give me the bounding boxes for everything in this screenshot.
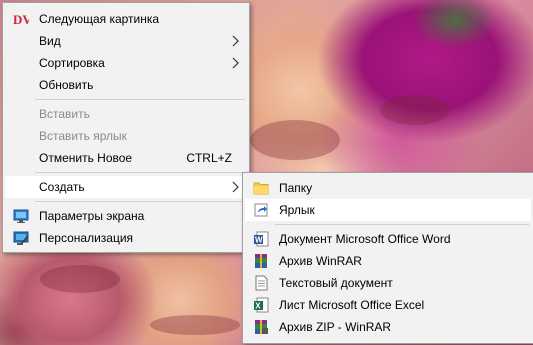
submenu-item-folder[interactable]: Папку: [245, 177, 531, 199]
menu-separator: [35, 201, 245, 202]
menu-item-view[interactable]: Вид: [5, 30, 247, 52]
menu-separator: [275, 224, 529, 225]
menu-item-label: Вставить ярлык: [39, 129, 127, 143]
excel-sheet-icon: X: [253, 297, 269, 313]
submenu-item-zip-archive[interactable]: Архив ZIP - WinRAR: [245, 316, 531, 338]
menu-item-label: Параметры экрана: [39, 209, 145, 223]
shortcut-icon: [253, 202, 269, 218]
svg-text:X: X: [255, 302, 261, 311]
menu-item-display-settings[interactable]: Параметры экрана: [5, 205, 247, 227]
menu-separator: [35, 99, 245, 100]
svg-text:DV: DV: [13, 12, 29, 27]
menu-separator: [35, 172, 245, 173]
menu-item-sort[interactable]: Сортировка: [5, 52, 247, 74]
monitor-icon: [13, 208, 29, 224]
submenu-item-winrar-archive[interactable]: Архив WinRAR: [245, 250, 531, 272]
keyboard-shortcut: CTRL+Z: [186, 151, 232, 165]
menu-item-label: Вставить: [39, 107, 90, 121]
desktop-context-menu: DV Следующая картинка Вид Сортировка Обн…: [2, 2, 250, 253]
chevron-right-icon: [232, 181, 239, 193]
submenu-item-excel-sheet[interactable]: X Лист Microsoft Office Excel: [245, 294, 531, 316]
menu-item-paste[interactable]: Вставить: [5, 103, 247, 125]
menu-item-next-wallpaper[interactable]: DV Следующая картинка: [5, 8, 247, 30]
menu-item-personalization[interactable]: Персонализация: [5, 227, 247, 249]
menu-item-refresh[interactable]: Обновить: [5, 74, 247, 96]
menu-item-label: Обновить: [39, 78, 94, 92]
menu-item-label: Архив WinRAR: [279, 254, 362, 268]
menu-item-label: Персонализация: [39, 231, 134, 245]
menu-item-paste-shortcut[interactable]: Вставить ярлык: [5, 125, 247, 147]
rose-petal-shadow: [380, 95, 450, 125]
menu-item-label: Вид: [39, 34, 61, 48]
menu-item-label: Следующая картинка: [39, 12, 160, 26]
create-submenu: Папку Ярлык W Документ Microsoft Office …: [242, 172, 533, 344]
menu-item-label: Сортировка: [39, 56, 105, 70]
submenu-item-shortcut[interactable]: Ярлык: [245, 199, 531, 221]
menu-item-label: Архив ZIP - WinRAR: [279, 320, 392, 334]
rose-petal-shadow: [40, 265, 120, 293]
rose-petal-shadow: [150, 315, 240, 335]
menu-item-undo-new[interactable]: Отменить Новое CTRL+Z: [5, 147, 247, 169]
winrar-zip-icon: [253, 319, 269, 335]
text-document-icon: [253, 275, 269, 291]
menu-item-label: Отменить Новое: [39, 151, 133, 165]
dv-logo-icon: DV: [13, 11, 32, 27]
word-document-icon: W: [253, 231, 269, 247]
folder-icon: [253, 180, 269, 196]
submenu-item-text-document[interactable]: Текстовый документ: [245, 272, 531, 294]
winrar-icon: [253, 253, 269, 269]
menu-item-label: Документ Microsoft Office Word: [279, 232, 451, 246]
chevron-right-icon: [232, 57, 239, 69]
rose-petal-shadow: [250, 120, 340, 160]
menu-item-label: Текстовый документ: [279, 276, 393, 290]
menu-item-label: Папку: [279, 181, 313, 195]
menu-item-label: Ярлык: [279, 203, 315, 217]
menu-item-create[interactable]: Создать: [5, 176, 247, 198]
svg-text:W: W: [255, 236, 263, 245]
personalize-icon: [13, 230, 29, 246]
menu-item-label: Создать: [39, 180, 85, 194]
menu-item-label: Лист Microsoft Office Excel: [279, 298, 425, 312]
chevron-right-icon: [232, 35, 239, 47]
submenu-item-word-document[interactable]: W Документ Microsoft Office Word: [245, 228, 531, 250]
